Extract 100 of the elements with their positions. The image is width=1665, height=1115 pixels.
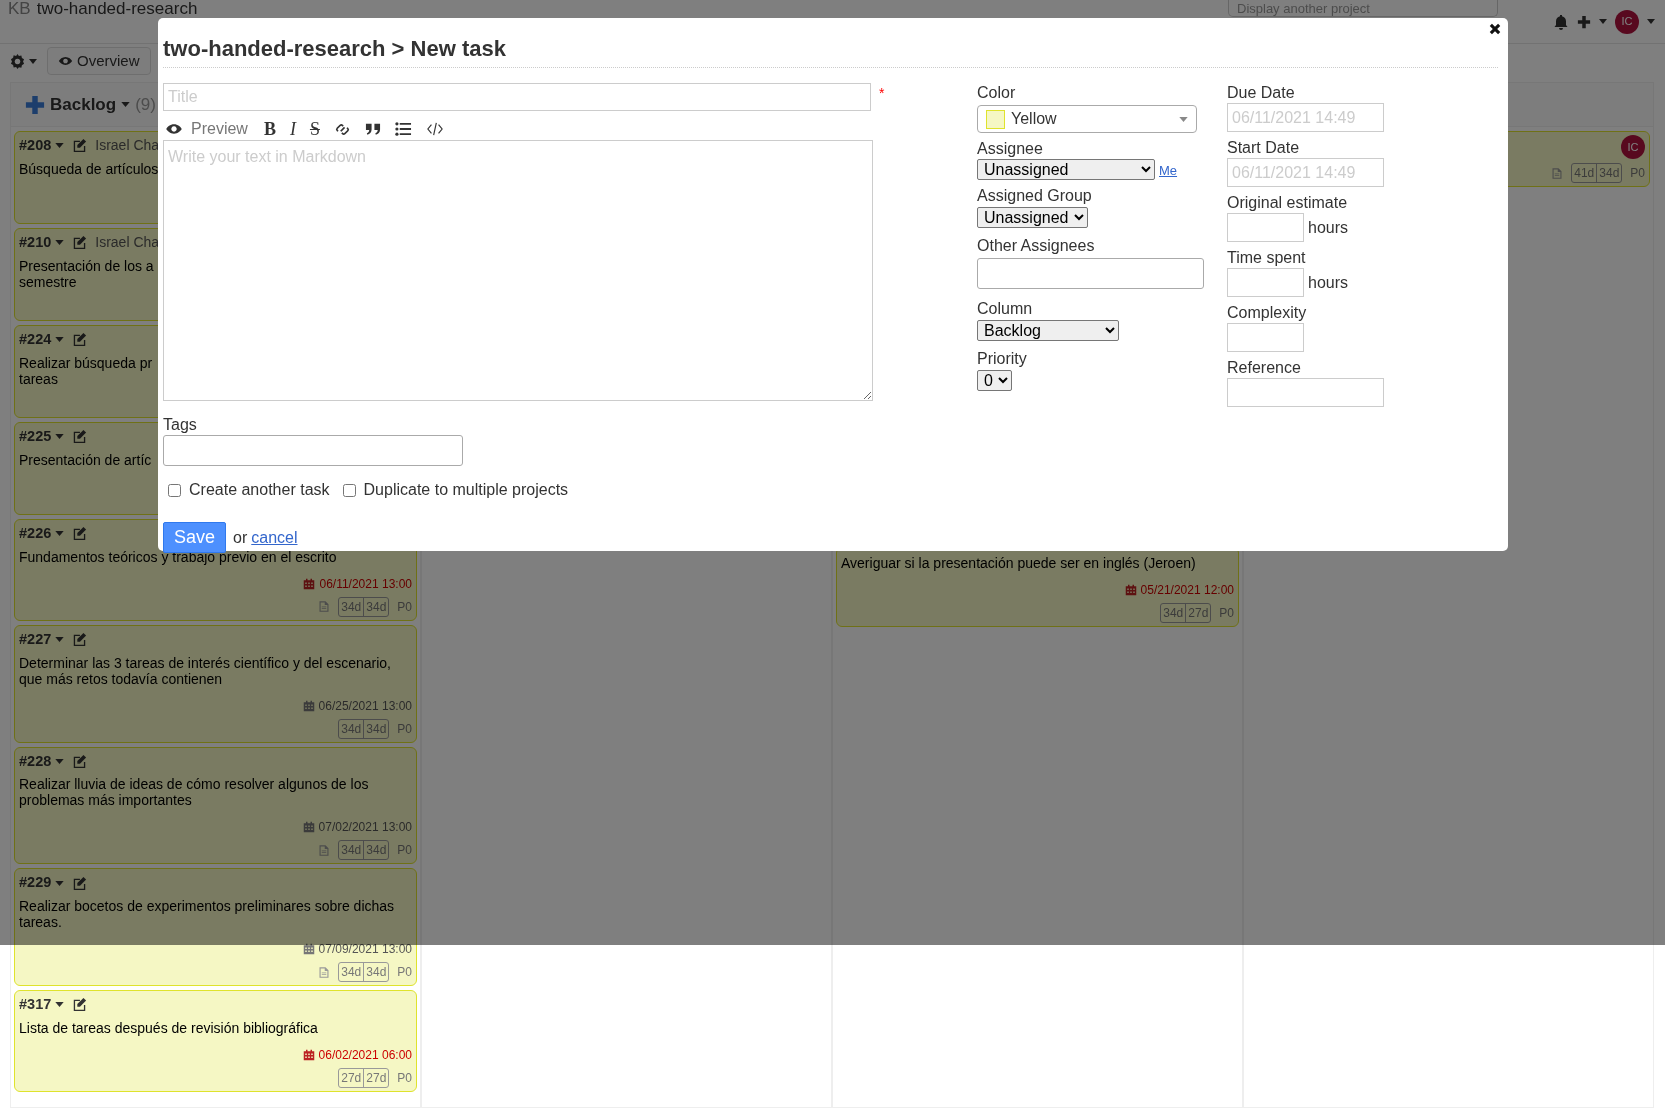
select-field[interactable]: Backlog xyxy=(977,320,1119,341)
gear-icon[interactable] xyxy=(10,53,25,69)
task-card[interactable]: #227 Determinar las 3 tareas de interés científico y del escenario, que más retos todavía contienen 06/25/2021 13:00 34d 34d P0 xyxy=(14,624,417,743)
logo[interactable]: KB xyxy=(8,0,31,17)
me-link[interactable]: Me xyxy=(1159,160,1178,180)
calendar-icon xyxy=(1124,584,1137,596)
time-badge: 34d 34d xyxy=(338,596,390,617)
eye-icon xyxy=(165,122,183,136)
tags-label: Tags xyxy=(163,415,198,435)
text-field[interactable] xyxy=(1227,323,1304,352)
overview-button[interactable]: Overview xyxy=(47,46,151,76)
task-card[interactable]: #317 Lista de tareas después de revisión bibliográfica 06/02/2021 06:00 27d 27d P0 xyxy=(14,990,417,1092)
task-id: #210 xyxy=(19,233,52,252)
task-id: #229 xyxy=(19,873,52,893)
field-label: Color xyxy=(977,83,1017,103)
calendar-icon xyxy=(302,1048,315,1061)
task-id: #226 xyxy=(19,524,52,543)
task-id: #224 xyxy=(19,330,52,349)
code-icon[interactable] xyxy=(425,121,444,137)
task-title[interactable]: tareas. xyxy=(19,914,412,930)
avatar[interactable]: IC xyxy=(1615,9,1639,34)
task-title[interactable]: Lista de tareas después de revisión bibliográfica xyxy=(19,1019,412,1036)
text-field[interactable] xyxy=(1227,268,1304,297)
priority-label: P0 xyxy=(397,842,412,860)
close-icon xyxy=(1488,22,1502,36)
due-date: 06/25/2021 13:00 xyxy=(318,697,412,715)
caret-icon[interactable] xyxy=(55,1002,65,1008)
modal-title: two-handed-research > New task xyxy=(163,32,1498,68)
task-id: #208 xyxy=(19,136,52,155)
save-button[interactable]: Save xyxy=(163,522,227,553)
text-field[interactable] xyxy=(1227,213,1304,242)
bold-button[interactable]: B xyxy=(263,120,276,138)
strikethrough-button[interactable]: S xyxy=(309,120,320,138)
required-mark: * xyxy=(879,84,885,103)
due-date: 06/02/2021 06:00 xyxy=(318,1046,412,1064)
assignee-name: Israel Cha xyxy=(95,136,160,156)
select-field[interactable]: Unassigned xyxy=(977,159,1155,180)
time-badge: 34d 34d xyxy=(338,718,390,739)
italic-button[interactable]: I xyxy=(289,120,296,138)
due-date: 07/09/2021 13:00 xyxy=(318,941,412,958)
due-date: 05/21/2021 12:00 xyxy=(1140,582,1234,599)
checkbox[interactable] xyxy=(342,483,356,497)
task-title[interactable]: Realizar bocetos de experimentos preliminares sobre dichas xyxy=(19,898,412,914)
field-label: Time spent xyxy=(1227,248,1307,268)
field-label: Original estimate xyxy=(1227,193,1349,213)
task-title[interactable]: Averiguar si la presentación puede ser en inglés (Jeroen) xyxy=(841,555,1234,571)
task-id: #228 xyxy=(19,751,52,771)
field-label: Due Date xyxy=(1227,83,1296,103)
preview-button[interactable]: Preview xyxy=(165,120,248,138)
task-id: #225 xyxy=(19,427,52,446)
field-label: Start Date xyxy=(1227,138,1301,158)
task-id: #227 xyxy=(19,629,52,649)
text-field[interactable] xyxy=(1227,378,1384,407)
or-text: or xyxy=(233,527,248,548)
column-title[interactable]: Backlog xyxy=(50,91,117,118)
field-label: Assigned Group xyxy=(977,186,1093,206)
checkbox-label[interactable]: Create another task xyxy=(189,478,330,502)
task-title[interactable]: Realizar lluvia de ideas de cómo resolver algunos de los xyxy=(19,776,412,793)
calendar-icon xyxy=(303,577,316,590)
field-label: Other Assignees xyxy=(977,236,1096,256)
caret-icon xyxy=(1179,116,1188,122)
task-title[interactable]: que más retos todavía contienen xyxy=(19,670,412,687)
eye-icon xyxy=(58,55,73,67)
priority-label: P0 xyxy=(1219,605,1234,622)
priority-label: P0 xyxy=(397,598,412,616)
project-title: two-handed-research xyxy=(36,0,198,17)
color-select[interactable]: Yellow xyxy=(977,105,1197,133)
calendar-icon xyxy=(302,699,315,712)
document-icon[interactable] xyxy=(318,965,331,979)
field-label: Assignee xyxy=(977,139,1044,159)
checkbox[interactable] xyxy=(168,483,181,497)
quote-icon[interactable] xyxy=(364,121,381,137)
time-badge: 34d 34d xyxy=(338,840,390,861)
field-label: Priority xyxy=(977,349,1028,369)
time-badge: 27d 27d xyxy=(338,1067,390,1088)
priority-label: P0 xyxy=(397,964,412,981)
other-assignees-field[interactable] xyxy=(977,258,1204,289)
bell-icon[interactable] xyxy=(1553,13,1569,30)
time-badge: 34d 27d xyxy=(1160,603,1212,623)
priority-label: P0 xyxy=(1630,165,1645,182)
due-date: 07/02/2021 13:00 xyxy=(318,819,412,837)
select-field[interactable]: 0 xyxy=(977,370,1012,391)
list-icon[interactable] xyxy=(394,121,412,137)
checkbox-label[interactable]: Duplicate to multiple projects xyxy=(363,478,569,502)
task-card[interactable]: #228 Realizar lluvia de ideas de cómo resolver algunos de los problemas más importantes 07/02/2021 13:00 34d 34d P0 xyxy=(14,746,417,865)
close-button[interactable] xyxy=(1488,22,1502,36)
task-card[interactable]: #229 Realizar bocetos de experimentos preliminares sobre dichas tareas. 07/09/2021 13:00 34d 34d P0 xyxy=(14,868,417,986)
cancel-link[interactable]: cancel xyxy=(251,525,298,550)
edit-icon[interactable] xyxy=(72,997,88,1013)
unit-label: hours xyxy=(1308,272,1349,293)
assignee-name: Israel Cha xyxy=(95,233,160,253)
avatar: IC xyxy=(1621,135,1645,159)
task-title[interactable]: problemas más importantes xyxy=(19,792,412,809)
tags-field[interactable] xyxy=(163,435,463,466)
select-field[interactable]: Unassigned xyxy=(977,207,1088,228)
plus-icon[interactable] xyxy=(1577,14,1591,29)
task-title[interactable]: Determinar las 3 tareas de interés científico y del escenario, xyxy=(19,654,412,671)
add-task-icon[interactable] xyxy=(25,94,45,115)
time-badge: 34d 34d xyxy=(338,962,390,982)
unit-label: hours xyxy=(1308,217,1349,238)
